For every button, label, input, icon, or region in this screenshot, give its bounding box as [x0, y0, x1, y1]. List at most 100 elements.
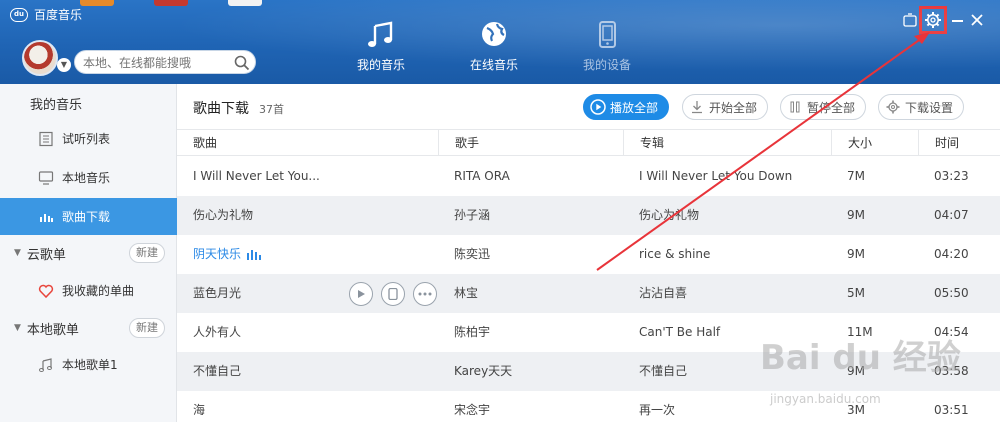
app-logo: du — [10, 7, 28, 22]
new-cloud-playlist-button[interactable]: 新建 — [129, 243, 165, 263]
duration: 04:07 — [934, 208, 969, 222]
tab-label: 在线音乐 — [469, 58, 518, 72]
watermark: Bai du 经验 — [760, 338, 961, 378]
tab-label: 我的音乐 — [356, 58, 405, 72]
taskbar-strip — [80, 0, 280, 6]
sidebar-item-trial-list[interactable]: 试听列表 — [0, 120, 177, 157]
collapse-triangle-icon: ▼ — [14, 323, 21, 333]
watermark-url: jingyan.baidu.com — [770, 392, 881, 406]
song-title-text: 阴天快乐 — [193, 247, 242, 261]
row-more-button[interactable] — [413, 282, 437, 306]
more-dots-icon — [418, 292, 432, 296]
list-icon — [39, 131, 53, 146]
chevron-down-icon[interactable]: ▼ — [57, 58, 71, 72]
song-title: 海 — [193, 403, 206, 417]
download-bars-icon — [40, 213, 53, 222]
tab-my-music[interactable]: 我的音乐 — [336, 18, 426, 73]
download-arrow-icon — [692, 101, 702, 114]
playing-bars-icon — [247, 249, 262, 260]
sidebar-item-local-playlist-1[interactable]: 本地歌单1 — [0, 346, 177, 383]
sidebar-header-label: 我的音乐 — [30, 97, 83, 113]
duration: 03:51 — [934, 403, 969, 417]
avatar[interactable] — [22, 40, 58, 76]
table-row[interactable]: I Will Never Let You... RITA ORA I Will … — [177, 157, 1000, 196]
collapse-triangle-icon: ▼ — [14, 248, 21, 258]
app-title-text: 百度音乐 — [34, 8, 83, 22]
column-header-artist[interactable]: 歌手 — [439, 130, 624, 156]
globe-icon — [482, 22, 506, 46]
artist-name[interactable]: 林宝 — [454, 274, 634, 313]
close-icon[interactable] — [967, 10, 987, 30]
table-row-playing[interactable]: 阴天快乐 陈奕迅 rice & shine 9M 04:20 — [177, 235, 1000, 274]
device-icon — [388, 288, 398, 300]
song-count: 37首 — [259, 103, 284, 116]
monitor-icon — [38, 170, 54, 185]
file-size: 9M — [847, 247, 865, 261]
sidebar-section-cloud[interactable]: ▼ 云歌单 新建 — [0, 238, 177, 268]
button-label: 下载设置 — [905, 100, 954, 115]
device-icon — [599, 21, 616, 48]
section-label: 本地歌单 — [26, 322, 79, 338]
sidebar-item-label: 歌曲下载 — [62, 210, 111, 224]
file-size: 9M — [847, 208, 865, 222]
duration: 03:23 — [934, 169, 969, 183]
music-note-icon — [39, 357, 52, 372]
button-label: 播放全部 — [610, 100, 659, 115]
search-icon[interactable] — [233, 54, 251, 72]
play-circle-icon — [590, 99, 606, 115]
gear-icon — [886, 100, 900, 114]
pause-all-button[interactable]: 暂停全部 — [780, 94, 867, 120]
search-input[interactable] — [83, 54, 233, 72]
song-title: 人外有人 — [193, 325, 242, 339]
section-label: 云歌单 — [26, 247, 66, 263]
play-all-button[interactable]: 播放全部 — [583, 94, 670, 120]
duration: 04:20 — [934, 247, 969, 261]
album-name[interactable]: 沾沾自喜 — [639, 274, 839, 313]
row-play-button[interactable] — [349, 282, 373, 306]
artist-name[interactable]: Karey天天 — [454, 352, 634, 391]
row-device-button[interactable] — [381, 282, 405, 306]
sidebar-item-label: 本地音乐 — [62, 171, 111, 185]
start-all-button[interactable]: 开始全部 — [682, 94, 769, 120]
song-title: I Will Never Let You... — [193, 169, 320, 183]
download-settings-button[interactable]: 下载设置 — [878, 94, 965, 120]
heart-icon — [38, 284, 54, 298]
column-header-size[interactable]: 大小 — [832, 130, 919, 156]
artist-name[interactable]: RITA ORA — [454, 157, 634, 196]
sidebar-item-label: 本地歌单1 — [62, 358, 118, 372]
minimize-icon[interactable] — [948, 10, 968, 30]
song-title: 不懂自己 — [193, 364, 242, 378]
panel-header: 歌曲下载 37首 播放全部 开始全部 暂停全部 下载设置 — [177, 84, 1000, 130]
tab-online-music[interactable]: 在线音乐 — [449, 18, 539, 73]
sidebar-header-my-music: 我的音乐 — [0, 88, 177, 118]
app-title: du 百度音乐 — [10, 6, 82, 23]
column-header-song[interactable]: 歌曲 — [177, 130, 439, 156]
artist-name[interactable]: 陈奕迅 — [454, 235, 634, 274]
album-name[interactable]: I Will Never Let You Down — [639, 157, 839, 196]
button-label: 开始全部 — [709, 100, 758, 115]
tab-my-device[interactable]: 我的设备 — [562, 18, 652, 73]
album-name[interactable]: rice & shine — [639, 235, 839, 274]
sidebar-item-local-music[interactable]: 本地音乐 — [0, 159, 177, 196]
file-size: 7M — [847, 169, 865, 183]
column-header-album[interactable]: 专辑 — [624, 130, 832, 156]
sidebar: 我的音乐 试听列表 本地音乐 歌曲下载 ▼ 云歌单 新建 我收藏的单曲 ▼ 本地… — [0, 84, 177, 422]
mini-mode-icon[interactable] — [900, 10, 920, 30]
artist-name[interactable]: 陈柏宇 — [454, 313, 634, 352]
sidebar-section-local[interactable]: ▼ 本地歌单 新建 — [0, 313, 177, 343]
duration: 05:50 — [934, 286, 969, 300]
sidebar-item-song-download[interactable]: 歌曲下载 — [0, 198, 177, 235]
album-name[interactable]: 伤心为礼物 — [639, 196, 839, 235]
file-size: 5M — [847, 286, 865, 300]
page-title: 歌曲下载 — [193, 101, 249, 117]
sidebar-item-label: 试听列表 — [62, 132, 111, 146]
table-row[interactable]: 伤心为礼物 孙子涵 伤心为礼物 9M 04:07 — [177, 196, 1000, 236]
artist-name[interactable]: 孙子涵 — [454, 196, 634, 235]
table-row-hover[interactable]: 蓝色月光 林宝 沾沾自喜 5M 05:50 — [177, 274, 1000, 314]
sidebar-item-favorites[interactable]: 我收藏的单曲 — [0, 272, 177, 309]
artist-name[interactable]: 宋念宇 — [454, 391, 634, 422]
pause-icon — [790, 101, 800, 113]
new-local-playlist-button[interactable]: 新建 — [129, 318, 165, 338]
column-header-time[interactable]: 时间 — [919, 130, 1000, 156]
settings-button[interactable] — [919, 6, 947, 34]
